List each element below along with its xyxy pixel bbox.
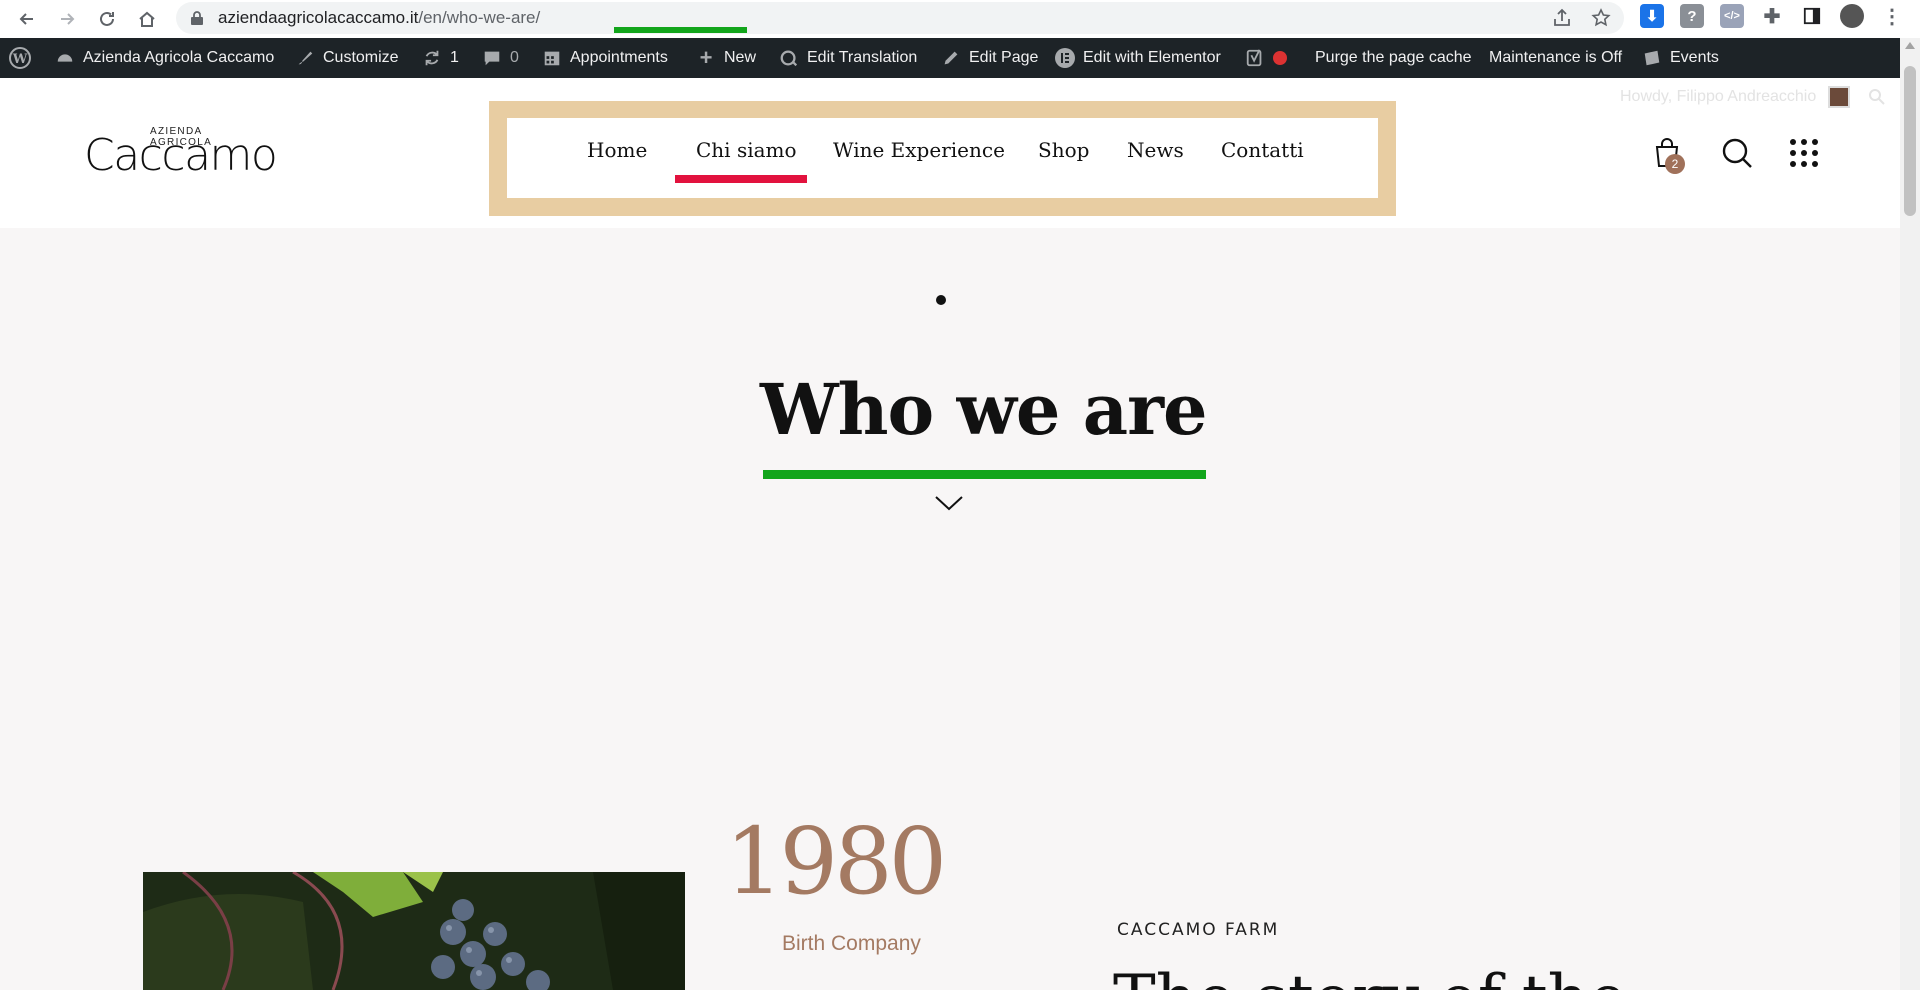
site-header: AZIENDA AGRICOLA Caccamo Home Chi siamo … — [0, 78, 1900, 228]
profile-icon[interactable] — [1840, 4, 1864, 28]
updates-icon — [421, 47, 443, 69]
kebab-icon[interactable]: ⋮ — [1880, 4, 1904, 28]
section-eyebrow: CACCAMO FARM — [1117, 920, 1280, 940]
user-avatar[interactable] — [1828, 86, 1850, 108]
edit-translation-label: Edit Translation — [807, 49, 918, 66]
wordpress-icon[interactable]: W — [8, 38, 32, 78]
browser-toolbar: aziendaagricolacaccamo.it/en/who-we-are/… — [0, 0, 1920, 38]
help-icon[interactable]: ? — [1680, 4, 1704, 28]
scroll-thumb[interactable] — [1904, 66, 1916, 216]
plus-icon: + — [699, 45, 713, 70]
back-icon[interactable] — [12, 4, 42, 34]
admin-updates[interactable]: 1 — [421, 38, 459, 78]
admin-edit-elementor[interactable]: Edit with Elementor — [1054, 38, 1221, 78]
logo-wordmark: Caccamo — [84, 130, 278, 181]
section-heading: The story of the — [1113, 962, 1627, 990]
admin-purge-cache[interactable]: Purge the page cache — [1315, 38, 1472, 78]
admin-customize[interactable]: Customize — [294, 38, 399, 78]
admin-search-icon[interactable] — [1868, 88, 1886, 106]
wp-admin-bar: W Azienda Agricola Caccamo Customize 1 0… — [0, 38, 1920, 78]
sidebar-icon[interactable] — [1800, 4, 1824, 28]
nav-shop[interactable]: Shop — [1038, 138, 1089, 162]
events-icon — [1641, 47, 1663, 69]
comments-count: 0 — [510, 49, 519, 66]
elementor-icon — [1054, 47, 1076, 69]
translate-icon — [778, 47, 800, 69]
nav-chi-siamo[interactable]: Chi siamo — [696, 138, 797, 162]
share-icon[interactable] — [1551, 7, 1573, 29]
grapes-photo — [143, 872, 685, 990]
star-icon[interactable] — [1590, 7, 1612, 29]
customize-label: Customize — [323, 49, 399, 66]
calendar-icon — [541, 47, 563, 69]
url-annotation-underline — [614, 27, 747, 33]
site-name-label: Azienda Agricola Caccamo — [83, 49, 275, 66]
admin-edit-page[interactable]: Edit Page — [940, 38, 1038, 78]
purge-cache-label: Purge the page cache — [1315, 49, 1472, 66]
dashboard-icon — [54, 47, 76, 69]
admin-site-name[interactable]: Azienda Agricola Caccamo — [54, 38, 274, 78]
nav-news[interactable]: News — [1127, 138, 1184, 162]
seo-status-dot — [1273, 51, 1287, 65]
events-label: Events — [1670, 49, 1719, 66]
admin-events[interactable]: Events — [1641, 38, 1719, 78]
reload-icon[interactable] — [92, 4, 122, 34]
nav-contatti[interactable]: Contatti — [1221, 138, 1304, 162]
founding-year: 1980 — [725, 808, 947, 915]
admin-appointments[interactable]: Appointments — [541, 38, 668, 78]
svg-text:W: W — [12, 52, 28, 67]
yoast-icon — [1244, 47, 1266, 69]
nav-wine-experience[interactable]: Wine Experience — [833, 138, 1005, 162]
founding-year-caption: Birth Company — [782, 932, 921, 955]
code-icon[interactable]: </> — [1720, 4, 1744, 28]
pencil-icon — [940, 47, 962, 69]
decorative-dot — [936, 295, 946, 305]
nav-annotation-frame: Home Chi siamo Wine Experience Shop News… — [489, 101, 1396, 216]
admin-comments[interactable]: 0 — [481, 38, 519, 78]
edit-elementor-label: Edit with Elementor — [1083, 49, 1221, 66]
comment-icon — [481, 47, 503, 69]
download-icon[interactable]: ⬇ — [1640, 4, 1664, 28]
url-path: /en/who-we-are/ — [418, 8, 541, 27]
cart-count-badge: 2 — [1665, 154, 1685, 174]
new-label: New — [724, 49, 757, 66]
forward-icon[interactable] — [52, 4, 82, 34]
maintenance-label: Maintenance is Off — [1489, 49, 1623, 66]
search-icon[interactable] — [1720, 136, 1754, 170]
scroll-up-arrow-icon[interactable] — [1905, 42, 1915, 49]
edit-page-label: Edit Page — [969, 49, 1039, 66]
url-host: aziendaagricolacaccamo.it — [218, 8, 419, 27]
apps-grid-icon[interactable] — [1787, 136, 1821, 170]
appointments-label: Appointments — [570, 49, 668, 66]
lock-icon[interactable] — [190, 10, 204, 26]
updates-count: 1 — [450, 49, 459, 66]
howdy-user[interactable]: Howdy, Filippo Andreacchio — [1620, 88, 1816, 106]
nav-home[interactable]: Home — [587, 138, 647, 162]
admin-edit-translation[interactable]: Edit Translation — [778, 38, 917, 78]
home-icon[interactable] — [132, 4, 162, 34]
url-text[interactable]: aziendaagricolacaccamo.it/en/who-we-are/ — [218, 8, 540, 28]
admin-maintenance[interactable]: Maintenance is Off — [1489, 38, 1622, 78]
site-logo[interactable]: AZIENDA AGRICOLA Caccamo — [84, 126, 278, 186]
main-navigation: Home Chi siamo Wine Experience Shop News… — [507, 118, 1378, 198]
title-annotation-underline — [763, 470, 1206, 479]
brush-icon — [294, 47, 316, 69]
page-title: Who we are — [760, 368, 1208, 451]
puzzle-icon[interactable]: ✚ — [1760, 4, 1784, 28]
chevron-down-icon[interactable] — [934, 493, 964, 513]
address-bar[interactable]: aziendaagricolacaccamo.it/en/who-we-are/ — [176, 2, 1624, 34]
active-nav-underline — [675, 175, 807, 183]
admin-new[interactable]: + New — [695, 38, 756, 78]
page-scrollbar[interactable] — [1900, 38, 1920, 990]
admin-seo[interactable] — [1244, 38, 1287, 78]
